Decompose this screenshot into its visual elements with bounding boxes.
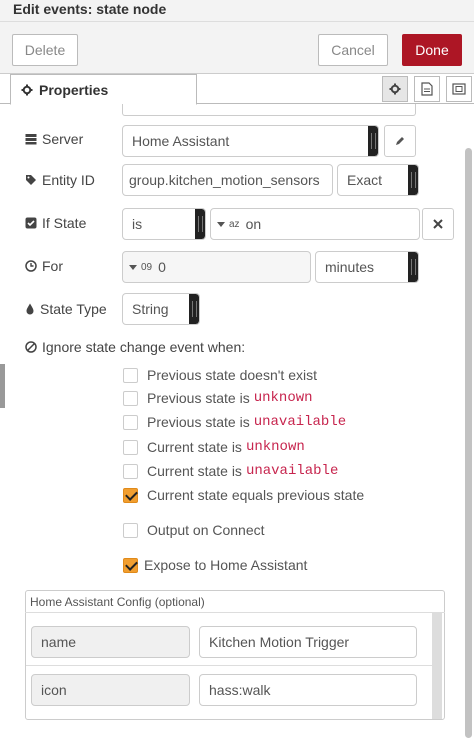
edit-server-button[interactable]: [384, 125, 416, 157]
checkbox[interactable]: [123, 463, 138, 479]
dropdown-handle: [408, 252, 418, 282]
checkbox[interactable]: [123, 414, 138, 430]
entity-match-select[interactable]: Exact: [337, 164, 419, 196]
type-selector[interactable]: 09: [129, 262, 158, 273]
delete-button[interactable]: Delete: [12, 34, 78, 66]
type-selector[interactable]: az: [217, 219, 246, 230]
server-label: Server: [25, 131, 83, 147]
clock-icon: [25, 260, 37, 272]
string-type-icon: az: [229, 218, 240, 230]
ignore-option[interactable]: Current state is unavailable: [123, 463, 338, 479]
number-type-icon: 09: [141, 261, 153, 273]
server-select[interactable]: Home Assistant: [122, 125, 379, 157]
if-state-label: If State: [25, 215, 86, 231]
server-icon: [25, 134, 37, 145]
expose-option[interactable]: Expose to Home Assistant: [123, 557, 307, 573]
divider: [26, 665, 432, 666]
config-value-input[interactable]: Kitchen Motion Trigger: [199, 626, 417, 658]
document-icon: [421, 82, 433, 96]
for-value-input[interactable]: 09 0: [122, 251, 311, 283]
checkbox[interactable]: [123, 439, 138, 455]
tab-properties-label: Properties: [39, 81, 109, 98]
dropdown-handle: [189, 294, 199, 324]
entity-id-label: Entity ID: [25, 172, 95, 188]
ignore-option[interactable]: Current state is unknown: [123, 439, 305, 455]
close-icon: [433, 219, 443, 229]
checkbox[interactable]: [123, 557, 138, 573]
output-on-connect-option[interactable]: Output on Connect: [123, 522, 265, 538]
title-bar: Edit events: state node: [0, 0, 474, 22]
clear-if-state-button[interactable]: [422, 208, 454, 240]
ignore-label: Ignore state change event when:: [25, 339, 245, 355]
tab-properties[interactable]: Properties: [10, 74, 197, 105]
entity-id-input[interactable]: group.kitchen_motion_sensors: [122, 164, 333, 196]
ignore-option[interactable]: Previous state is unknown: [123, 390, 313, 406]
state-type-label: State Type: [25, 301, 107, 317]
ha-config-title: Home Assistant Config (optional): [30, 595, 205, 609]
description-tab-button[interactable]: [414, 76, 440, 102]
ignore-option[interactable]: Previous state doesn't exist: [123, 367, 317, 383]
checkbox[interactable]: [123, 522, 138, 538]
tag-icon: [26, 175, 36, 185]
if-state-operator-select[interactable]: is: [122, 208, 206, 240]
gear-icon: [21, 84, 33, 95]
tab-bar: Properties: [0, 74, 474, 105]
dropdown-handle: [408, 165, 418, 195]
tint-icon: [26, 303, 34, 315]
done-button[interactable]: Done: [402, 34, 462, 66]
ban-icon: [25, 341, 37, 353]
gear-icon: [389, 83, 401, 95]
if-state-value-input[interactable]: az on: [210, 208, 420, 240]
for-label: For: [25, 258, 63, 274]
checkbox[interactable]: [123, 487, 138, 503]
checkbox[interactable]: [123, 390, 138, 406]
config-value-input[interactable]: hass:walk: [199, 674, 417, 706]
window-title: Edit events: state node: [13, 1, 167, 17]
pencil-icon: [396, 137, 404, 145]
dropdown-handle: [368, 126, 378, 156]
frame-icon: [452, 83, 466, 95]
caret-down-icon: [129, 264, 137, 270]
config-key-input[interactable]: icon: [31, 674, 190, 706]
for-units-select[interactable]: minutes: [315, 251, 419, 283]
checkbox-checked-icon: [25, 217, 37, 229]
state-type-select[interactable]: String: [122, 293, 200, 325]
ignore-option[interactable]: Previous state is unavailable: [123, 414, 346, 430]
caret-down-icon: [217, 221, 225, 227]
appearance-tab-button[interactable]: [446, 76, 472, 102]
scrollbar-thumb[interactable]: [465, 148, 472, 738]
name-field[interactable]: [122, 104, 416, 116]
config-key-input[interactable]: name: [31, 626, 190, 658]
settings-tab-button[interactable]: [382, 76, 408, 102]
resize-handle[interactable]: [0, 364, 5, 408]
config-scrollbar[interactable]: [432, 613, 442, 719]
cancel-button[interactable]: Cancel: [318, 34, 388, 66]
dropdown-handle: [195, 209, 205, 239]
checkbox[interactable]: [123, 367, 138, 383]
action-bar: Delete Cancel Done: [0, 22, 474, 74]
ignore-option[interactable]: Current state equals previous state: [123, 487, 364, 503]
